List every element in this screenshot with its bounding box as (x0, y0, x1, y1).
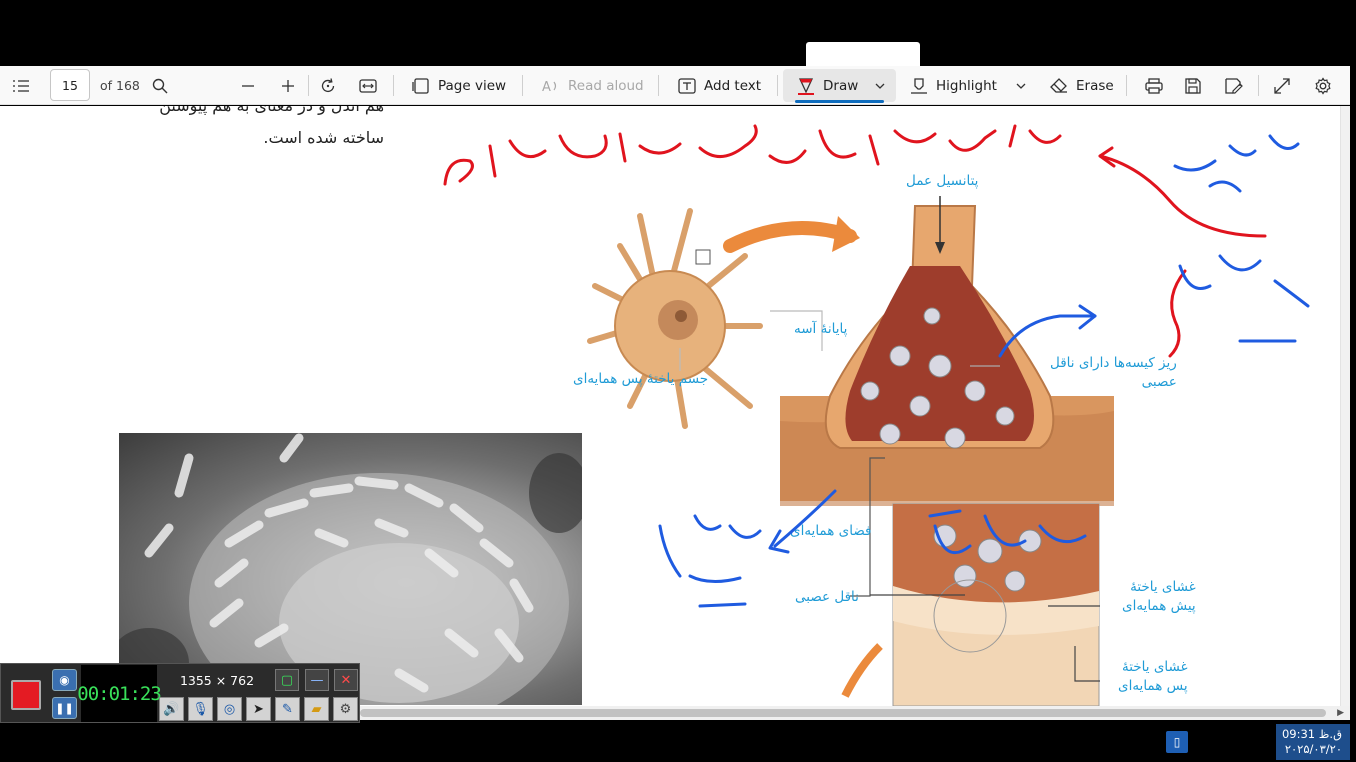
pencil-icon: ✎ (282, 701, 293, 717)
page-number-input[interactable]: 15 (50, 69, 90, 101)
rotate-button[interactable] (319, 66, 337, 105)
read-aloud-icon: A (542, 80, 557, 94)
vertical-scrollbar[interactable] (1340, 106, 1350, 706)
draw-label: Draw (823, 77, 859, 94)
screenshot-button[interactable]: ◉ (52, 669, 77, 691)
webcam-icon: ◎ (223, 701, 236, 717)
contents-button[interactable] (12, 66, 30, 105)
clock-date: ۲۰۲۵/۰۳/۲۰ (1284, 742, 1342, 756)
zoom-in-button[interactable] (280, 66, 296, 105)
read-aloud-label: Read aloud (568, 77, 644, 94)
save-as-icon (1225, 77, 1243, 94)
fullscreen-button[interactable] (1274, 66, 1290, 105)
recording-timer: 00:01:23 (77, 665, 162, 722)
tray-app-icon[interactable]: ▯ (1166, 731, 1188, 753)
page-count: of 168 (100, 78, 140, 93)
close-icon: ✕ (340, 672, 352, 688)
record-stop-button[interactable] (11, 680, 41, 710)
save-button[interactable] (1185, 66, 1201, 105)
minus-icon (242, 84, 254, 87)
add-text-label: Add text (704, 77, 762, 94)
blue-ink-annotation (658, 134, 1310, 608)
highlighter-icon (911, 77, 927, 94)
expand-icon (1274, 77, 1290, 94)
svg-text:A: A (542, 80, 551, 94)
find-button[interactable] (152, 66, 168, 105)
toolbar-divider (1126, 75, 1127, 96)
pen-icon (798, 77, 814, 95)
list-icon (13, 79, 29, 92)
page-view-button[interactable]: Page view (412, 66, 506, 105)
add-text-button[interactable]: Add text (678, 66, 761, 105)
screen-recorder-widget: ◉ ❚❚ 00:01:23 1355 × 762 ▢ — ✕ 🔊 🎙 ◎ ➤ ✎… (0, 663, 360, 723)
plus-icon (282, 79, 294, 92)
chevron-down-icon (1016, 83, 1026, 89)
pdf-page[interactable]: هم اندل و در معنای به هم پیوستن ساخته شد… (0, 106, 1340, 706)
horizontal-scroll-thumb[interactable] (360, 709, 1326, 717)
cursor-icon: ➤ (253, 701, 264, 717)
search-icon (152, 78, 168, 93)
page-view-icon (412, 77, 429, 94)
erase-button[interactable]: Erase (1050, 66, 1114, 105)
microphone-icon: 🎙 (192, 701, 209, 717)
microphone-button[interactable]: 🎙 (188, 697, 213, 721)
minimize-icon: — (310, 672, 324, 688)
gear-icon: ⚙ (339, 701, 352, 717)
folder-icon: ▰ (311, 701, 322, 717)
toolbar-divider (308, 75, 309, 96)
rectangle-icon: ▢ (280, 672, 294, 688)
recorder-settings-button[interactable]: ⚙ (333, 697, 358, 721)
text-box-icon (678, 77, 696, 94)
read-aloud-button[interactable]: A Read aloud (542, 66, 644, 105)
minimize-button[interactable]: — (305, 669, 329, 691)
print-icon (1145, 77, 1163, 94)
folder-button[interactable]: ▰ (304, 697, 329, 721)
rotate-icon (321, 77, 335, 92)
highlight-button[interactable]: Highlight (910, 66, 997, 105)
page-view-label: Page view (438, 77, 507, 94)
settings-button[interactable] (1314, 66, 1332, 105)
camera-icon: ◉ (59, 673, 70, 687)
toolbar-divider (777, 75, 778, 96)
toolbar-divider (522, 75, 523, 96)
pause-button[interactable]: ❚❚ (52, 697, 77, 719)
region-button[interactable]: ▢ (275, 669, 299, 691)
cursor-button[interactable]: ➤ (246, 697, 271, 721)
erase-label: Erase (1076, 77, 1114, 94)
toolbar-divider (1258, 75, 1259, 96)
print-button[interactable] (1145, 66, 1163, 105)
red-ink-annotation (443, 124, 1267, 358)
webcam-button[interactable]: ◎ (217, 697, 242, 721)
save-icon (1185, 77, 1201, 94)
taskbar-clock[interactable]: ق.ظ 09:31 ۲۰۲۵/۰۳/۲۰ (1276, 724, 1350, 760)
toolbar-divider (393, 75, 394, 96)
save-as-button[interactable] (1225, 66, 1243, 105)
gear-icon (1315, 76, 1331, 95)
annotate-button[interactable]: ✎ (275, 697, 300, 721)
highlight-options-dropdown[interactable] (1016, 66, 1026, 105)
draw-options-dropdown[interactable] (875, 66, 885, 105)
pause-icon: ❚❚ (55, 701, 74, 715)
screen: 15 of 168 Page view A Read aloud Add tex… (0, 0, 1356, 762)
fit-width-button[interactable] (359, 66, 377, 105)
scroll-right-arrow-icon[interactable]: ▶ (1337, 708, 1344, 718)
highlight-label: Highlight (936, 77, 997, 94)
fit-width-icon (359, 78, 377, 93)
speaker-button[interactable]: 🔊 (159, 697, 184, 721)
close-button[interactable]: ✕ (334, 669, 358, 691)
ink-annotations-layer (443, 124, 1310, 608)
eraser-icon (1050, 77, 1067, 93)
speaker-icon: 🔊 (163, 701, 180, 717)
toolbar-divider (658, 75, 659, 96)
zoom-out-button[interactable] (240, 66, 256, 105)
draw-button[interactable]: Draw (797, 66, 858, 105)
capture-size: 1355 × 762 (179, 672, 255, 688)
window-tab[interactable] (806, 42, 920, 66)
clock-time: ق.ظ 09:31 (1281, 727, 1342, 741)
pdf-toolbar: 15 of 168 Page view A Read aloud Add tex… (0, 66, 1350, 105)
chevron-down-icon (875, 83, 885, 89)
horizontal-scrollbar[interactable]: ▶ (360, 706, 1350, 720)
